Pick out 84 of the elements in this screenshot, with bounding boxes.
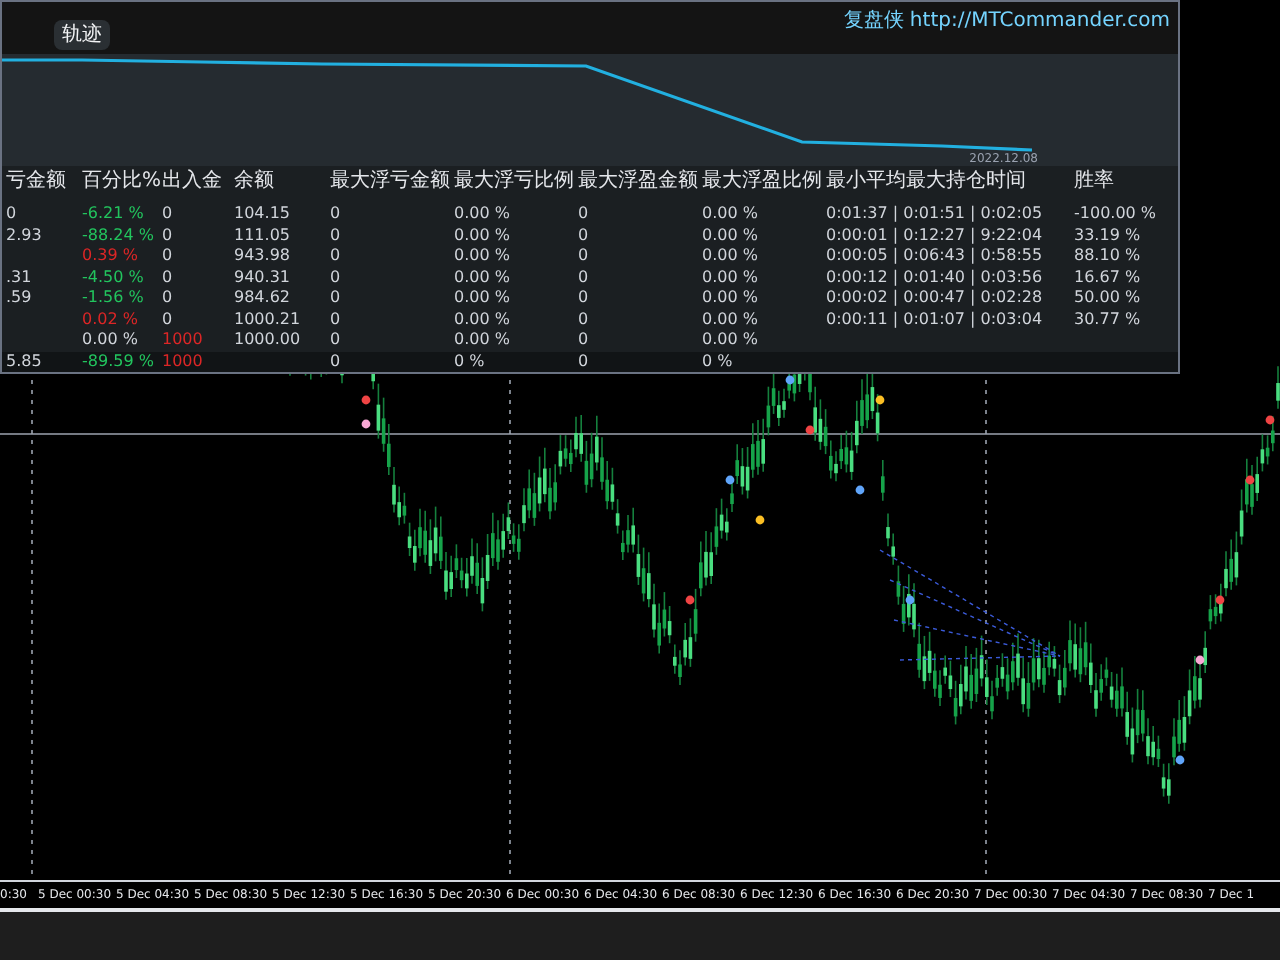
column-header: 余额: [234, 170, 274, 192]
table-cell: 0.00 %: [454, 267, 510, 286]
table-cell: 88.10 %: [1074, 246, 1141, 265]
panel-tab[interactable]: 轨迹: [54, 20, 110, 50]
table-cell: 0.02 %: [82, 309, 138, 328]
column-header: 亏金额: [6, 170, 66, 192]
column-header: 最大浮亏比例: [454, 170, 574, 192]
table-cell: 0:00:11 | 0:01:07 | 0:03:04: [826, 309, 1043, 328]
table-cell: 0:00:12 | 0:01:40 | 0:03:56: [826, 267, 1043, 286]
table-cell: 0: [330, 351, 341, 370]
table-cell: 0.00 %: [454, 309, 510, 328]
column-header: 百分比%: [82, 170, 162, 192]
table-cell: 0: [6, 204, 17, 223]
table-cell: 0 %: [454, 351, 485, 370]
table-cell: 0.00 %: [702, 288, 758, 307]
column-header: 胜率: [1074, 170, 1114, 192]
table-cell: 0: [578, 267, 589, 286]
table-cell: 1000: [162, 351, 203, 370]
table-cell: 5.85: [6, 351, 42, 370]
table-cell: 943.98: [234, 246, 290, 265]
table-cell: 0: [578, 246, 589, 265]
table-cell: 0: [162, 267, 173, 286]
table-cell: 0: [162, 309, 173, 328]
table-cell: 0.00 %: [702, 267, 758, 286]
table-cell: 0: [578, 204, 589, 223]
table-cell: 984.62: [234, 288, 290, 307]
table-cell: 0: [578, 225, 589, 244]
table-cell: .59: [6, 288, 32, 307]
table-cell: 0: [578, 351, 589, 370]
table-cell: .31: [6, 267, 32, 286]
column-header: 最小平均最大持仓时间: [826, 170, 1026, 192]
table-cell: 0: [330, 267, 341, 286]
table-cell: 0: [162, 246, 173, 265]
table-cell: 1000.00: [234, 330, 301, 349]
table-cell: 0: [330, 246, 341, 265]
table-cell: 0: [330, 309, 341, 328]
table-cell: 0.00 %: [454, 246, 510, 265]
table-cell: 0.39 %: [82, 246, 138, 265]
table-cell: 30.77 %: [1074, 309, 1141, 328]
table-cell: 104.15: [234, 204, 290, 223]
table-cell: 0.00 %: [454, 288, 510, 307]
table-cell: 940.31: [234, 267, 290, 286]
table-cell: 0: [162, 288, 173, 307]
table-cell: -6.21 %: [82, 204, 144, 223]
table-cell: 1000: [162, 330, 203, 349]
table-cell: 0: [578, 288, 589, 307]
table-cell: -1.56 %: [82, 288, 144, 307]
table-cell: 0.00 %: [702, 204, 758, 223]
table-cell: 0:00:01 | 0:12:27 | 9:22:04: [826, 225, 1043, 244]
brand-link[interactable]: 复盘侠 http://MTCommander.com: [843, 6, 1170, 36]
column-header: 最大浮亏金额: [330, 170, 450, 192]
column-header: 最大浮盈金额: [578, 170, 698, 192]
table-cell: 0.00 %: [454, 225, 510, 244]
table-cell: 111.05: [234, 225, 290, 244]
table-cell: 0.00 %: [702, 225, 758, 244]
table-cell: 0: [578, 309, 589, 328]
table-cell: 16.67 %: [1074, 267, 1141, 286]
table-cell: 0: [330, 330, 341, 349]
table-cell: 0.00 %: [702, 309, 758, 328]
table-cell: -100.00 %: [1074, 204, 1157, 223]
table-cell: 0: [330, 225, 341, 244]
table-cell: -4.50 %: [82, 267, 144, 286]
column-header: 最大浮盈比例: [702, 170, 822, 192]
table-cell: 2.93: [6, 225, 42, 244]
table-cell: 0:01:37 | 0:01:51 | 0:02:05: [826, 204, 1043, 223]
column-header: 出入金: [162, 170, 222, 192]
table-cell: 1000.21: [234, 309, 301, 328]
table-cell: 0.00 %: [702, 246, 758, 265]
table-cell: 33.19 %: [1074, 225, 1141, 244]
table-cell: 50.00 %: [1074, 288, 1141, 307]
table-cell: 0.00 %: [702, 330, 758, 349]
table-cell: 0:00:05 | 0:06:43 | 0:58:55: [826, 246, 1043, 265]
table-cell: 0.00 %: [454, 204, 510, 223]
table-cell: 0: [330, 204, 341, 223]
table-cell: -89.59 %: [82, 351, 154, 370]
table-cell: 0: [330, 288, 341, 307]
table-cell: 0: [578, 330, 589, 349]
table-cell: 0: [162, 225, 173, 244]
table-cell: 0.00 %: [82, 330, 138, 349]
table-cell: -88.24 %: [82, 225, 154, 244]
table-cell: 0: [162, 204, 173, 223]
table-cell: 0.00 %: [454, 330, 510, 349]
table-cell: 0:00:02 | 0:00:47 | 0:02:28: [826, 288, 1043, 307]
table-cell: 0 %: [702, 351, 733, 370]
